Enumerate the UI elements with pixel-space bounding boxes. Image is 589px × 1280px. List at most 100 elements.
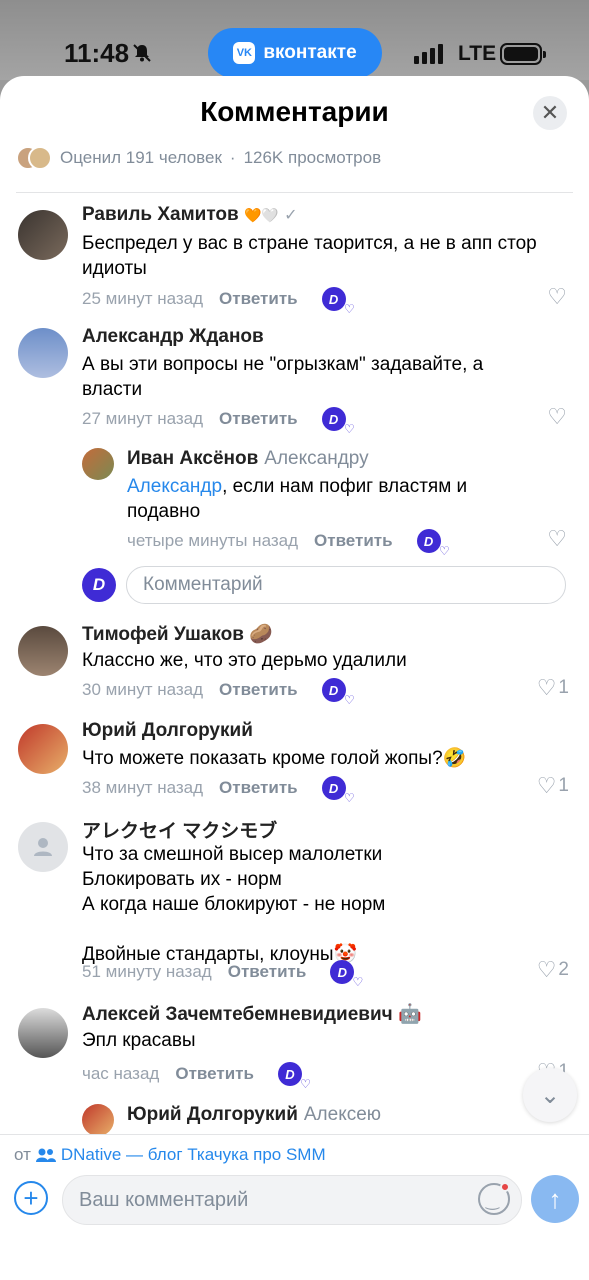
avatar[interactable] — [18, 210, 68, 260]
comment-time: 51 минуту назад — [82, 962, 212, 981]
status-bar: 11:48 VK вконтакте LTE — [0, 0, 589, 80]
heart-icon: ♡ — [536, 675, 557, 700]
sheet-title: Комментарии — [200, 96, 389, 127]
like-button[interactable]: ♡ 2 — [537, 957, 569, 983]
like-button[interactable]: ♡1 — [537, 773, 569, 799]
reply-button[interactable]: Ответить — [314, 531, 393, 551]
heart-icon: ♡ — [536, 773, 557, 798]
like-count: 1 — [558, 775, 569, 796]
author-like-icon: D — [277, 1062, 311, 1090]
arrow-up-icon[interactable]: ↑ — [531, 1175, 579, 1223]
like-count: 2 — [558, 959, 569, 980]
signal-icon — [414, 44, 443, 64]
heart-icon: ♡ — [547, 526, 567, 551]
comment-text: Что за смешной высер малолетки Блокирова… — [82, 844, 386, 965]
author-like-icon: D — [321, 776, 355, 804]
divider — [16, 192, 573, 193]
comments-sheet: Комментарии ✕ Оценил 191 человек · 126K … — [0, 76, 589, 1280]
avatar[interactable] — [82, 1104, 114, 1136]
comment-author[interactable]: Александр Жданов — [82, 326, 264, 348]
comment-time: 38 минут назад — [82, 778, 204, 797]
reply-input-row: D Комментарий — [0, 566, 589, 606]
reply-button[interactable]: Ответить — [228, 962, 307, 982]
close-icon[interactable]: ✕ — [533, 96, 567, 130]
post-stats[interactable]: Оценил 191 человек · 126K просмотров — [16, 146, 381, 170]
status-time: 11:48 — [64, 38, 130, 68]
avatar[interactable] — [18, 822, 68, 872]
chevron-down-icon[interactable]: ⌄ — [523, 1068, 577, 1122]
smile-icon[interactable] — [478, 1182, 510, 1215]
like-button[interactable]: ♡ — [547, 284, 569, 310]
avatar[interactable] — [18, 626, 68, 676]
comment-author[interactable]: Юрий Долгорукий — [82, 720, 253, 742]
like-count: 1 — [558, 677, 569, 698]
avatar[interactable] — [18, 1008, 68, 1058]
reply-to-label: Алексею — [303, 1104, 382, 1125]
comment-time: 30 минут назад — [82, 680, 204, 699]
author-like-icon: D — [416, 529, 450, 557]
mute-bell-icon — [133, 44, 151, 62]
author-like-icon: D — [321, 407, 355, 435]
notification-dot — [500, 1182, 510, 1192]
from-prefix: от — [14, 1145, 31, 1164]
comment-meta: 27 минут назад Ответить D — [82, 407, 355, 435]
avatar[interactable] — [18, 328, 68, 378]
author-badge: 🤖 — [397, 1004, 422, 1025]
reply-button[interactable]: Ответить — [219, 409, 298, 429]
community-name: DNative — блог Ткачука про SMM — [60, 1145, 326, 1164]
author-like-icon: D — [321, 678, 355, 706]
comment-meta: 51 минуту назад Ответить D — [82, 960, 364, 988]
network-label: LTE — [458, 42, 497, 65]
comment-text: Беспредел у вас в стране таорится, а не … — [82, 233, 537, 279]
comment-meta: 38 минут назад Ответить D — [82, 776, 355, 804]
heart-icon: ♡ — [547, 284, 567, 309]
app-pill-label: вконтакте — [263, 42, 357, 63]
comment-meta: 30 минут назад Ответить D — [82, 678, 355, 706]
comment-author[interactable]: Юрий Долгорукий Алексею — [127, 1104, 381, 1126]
comment-text: Эпл красавы — [82, 1030, 196, 1051]
comment-input[interactable]: Ваш комментарий — [62, 1175, 522, 1225]
comment-time: 27 минут назад — [82, 409, 204, 428]
heart-icon: ♡ — [547, 404, 567, 429]
rated-count: Оценил 191 человек — [60, 148, 222, 167]
mention-link[interactable]: Александр — [127, 476, 222, 497]
avatar[interactable] — [18, 724, 68, 774]
reply-button[interactable]: Ответить — [219, 289, 298, 309]
author-like-icon: D — [321, 287, 355, 315]
comment-author[interactable]: アレクセイ マクシモブ — [82, 816, 277, 843]
comment-time: час назад — [82, 1064, 160, 1083]
like-button[interactable]: ♡1 — [537, 675, 569, 701]
comment-meta: 25 минут назад Ответить D — [82, 287, 355, 315]
comment-author[interactable]: Алексей Зачемтебемневидиевич 🤖 — [82, 1002, 422, 1026]
views-count: 126K просмотров — [243, 148, 382, 167]
comment-text: Что можете показать кроме голой жопы?🤣 — [82, 748, 467, 769]
comment-author[interactable]: Тимофей Ушаков 🥔 — [82, 622, 273, 646]
reply-comment-input[interactable]: Комментарий — [126, 566, 566, 604]
app-return-pill[interactable]: VK вконтакте — [208, 28, 382, 78]
default-user-icon — [34, 838, 52, 856]
reply-button[interactable]: Ответить — [219, 680, 298, 700]
reply-to-label: Александру — [264, 448, 369, 469]
comment-text: Александр, если нам пофиг властям и пода… — [127, 476, 468, 522]
comment-meta: четыре минуты назад Ответить D — [127, 529, 450, 557]
community-avatar: D — [82, 568, 116, 602]
like-button[interactable]: ♡ — [547, 526, 569, 552]
heart-icon: ♡ — [536, 957, 557, 982]
author-badge: 🥔 — [249, 624, 273, 645]
comment-author[interactable]: Равиль Хамитов 🧡🤍 ✓ — [82, 204, 298, 226]
comment-composer: от DNative — блог Ткачука про SMM + Ваш … — [0, 1134, 589, 1280]
comment-text: А вы эти вопросы не "огрызкам" задавайте… — [82, 354, 484, 400]
like-button[interactable]: ♡ — [547, 404, 569, 430]
author-like-icon: D — [330, 960, 364, 988]
avatar[interactable] — [82, 448, 114, 480]
stats-separator: · — [229, 148, 236, 167]
comment-time: четыре минуты назад — [127, 531, 299, 550]
plus-icon[interactable]: + — [14, 1181, 48, 1215]
post-as-selector[interactable]: от DNative — блог Ткачука про SMM — [14, 1145, 326, 1165]
battery-icon — [500, 43, 546, 65]
verified-icon: ✓ — [284, 207, 298, 224]
comment-author[interactable]: Иван Аксёнов Александру — [127, 448, 369, 470]
comment-time: 25 минут назад — [82, 289, 204, 308]
reply-button[interactable]: Ответить — [219, 778, 298, 798]
reply-button[interactable]: Ответить — [175, 1064, 254, 1084]
